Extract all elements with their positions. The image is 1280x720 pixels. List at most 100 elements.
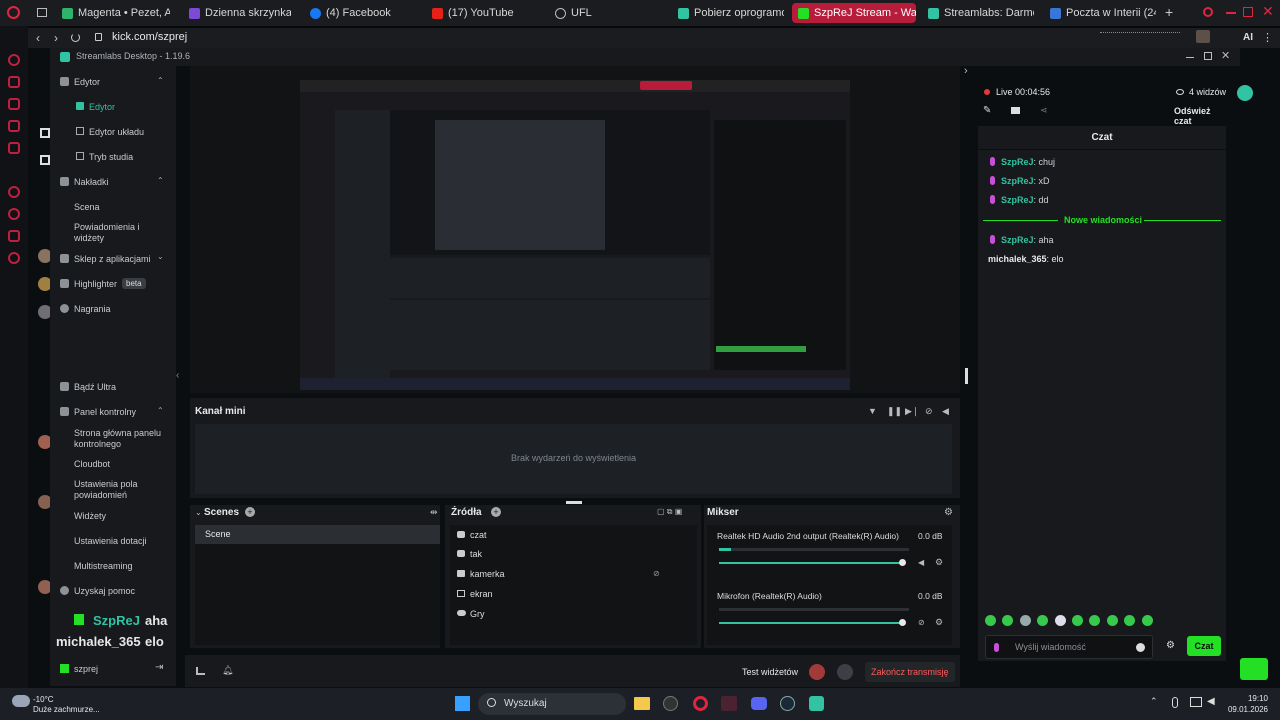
settings-icon[interactable] [8,252,20,264]
steam-icon[interactable] [780,696,795,711]
nav-user[interactable]: szprej [74,664,98,675]
mute-alerts-icon[interactable]: ⊘ [925,406,933,417]
chat-input[interactable]: Wyślij wiadomość [985,635,1153,659]
nextdns-icon[interactable] [721,696,737,711]
source-item[interactable]: kamerka [470,569,505,579]
edit-icon[interactable]: ✎ [983,105,991,116]
gear-icon[interactable]: ⚙ [944,507,953,518]
clock-time[interactable]: 19:10 [1220,694,1268,703]
hidden-eye-icon[interactable]: ⊘ [653,569,660,578]
drag-handle[interactable] [566,501,582,504]
volume-slider[interactable] [719,559,906,566]
url-input[interactable]: kick.com/szprej [112,31,187,43]
weather-icon[interactable] [12,695,30,707]
tray-chevron-icon[interactable]: ⌃ [1150,696,1158,707]
discord-icon[interactable] [751,697,767,710]
refresh-chat-button[interactable]: Odśwież czat [1174,106,1226,126]
chevron-up-icon[interactable]: ⌃ [157,406,164,415]
skip-icon[interactable]: ▶❘ [905,406,919,417]
scene-item[interactable]: Scene [195,525,440,544]
filter-icon[interactable]: ▼ [868,406,877,416]
nav-get-help[interactable]: Uzyskaj pomoc [74,586,135,597]
clock-date[interactable]: 09.01.2026 [1220,705,1268,714]
profile-avatar[interactable] [1196,30,1210,43]
clock-icon[interactable] [8,186,20,198]
chevron-down-icon[interactable]: ⌄ [157,252,164,261]
taskbar-search[interactable]: Wyszukaj [478,693,626,715]
window-maximize-icon[interactable] [1204,52,1212,60]
opera-logo-icon[interactable] [7,6,20,19]
replay-buffer-button[interactable] [837,664,853,680]
menu-icon[interactable]: ⋮ [1262,31,1273,44]
nav-donation-settings[interactable]: Ustawienia dotacji [74,536,147,547]
tab-streamlabs[interactable]: Streamlabs: Darmowe o [922,3,1034,23]
window-close-icon[interactable]: ✕ [1221,49,1230,62]
transition-icon[interactable]: ⇹ [430,507,438,518]
network-icon[interactable] [1190,697,1202,707]
music-icon[interactable] [8,142,20,154]
kick-home-icon[interactable] [40,128,50,138]
nav-alertbox-settings[interactable]: Ustawienia pola powiadomień [74,479,154,501]
emote-row[interactable] [985,615,1155,629]
video-icon[interactable] [1011,107,1020,114]
chat-settings-icon[interactable]: ⚙ [1166,640,1175,651]
nav-multistreaming[interactable]: Multistreaming [74,561,133,572]
kick-chat-button[interactable] [1240,658,1268,680]
forward-icon[interactable]: › [54,31,58,45]
opera-taskbar-icon[interactable] [693,696,708,711]
history-icon[interactable] [8,208,20,220]
bell-icon[interactable]: 🔔︎ [222,665,233,676]
explorer-icon[interactable] [634,697,650,710]
logout-icon[interactable]: ⇥ [155,662,163,673]
windows-start-icon[interactable] [455,696,470,711]
chat-send-button[interactable]: Czat [1187,636,1221,656]
mail-icon[interactable] [8,120,20,132]
tab-magenta[interactable]: Magenta • Pezet, Au [56,3,170,23]
tab-facebook[interactable]: (4) Facebook [304,3,416,23]
nav-alerts-widgets[interactable]: Powiadomienia i widżety [74,222,152,244]
chevron-down-icon[interactable]: ⌄ [195,508,202,517]
facebook-icon[interactable] [8,54,20,66]
chevron-up-icon[interactable]: ⌃ [157,176,164,185]
kick-profile-icon[interactable] [1237,85,1253,101]
ai-label[interactable]: AI [1243,32,1253,43]
nav-dashboard-home[interactable]: Strona główna panelu kontrolnego [74,428,166,450]
search-tabs-icon[interactable] [1203,7,1213,17]
stats-icon[interactable] [196,667,205,675]
source-item[interactable]: czat [470,530,487,540]
back-icon[interactable]: ‹ [36,31,40,45]
source-item[interactable]: tak [470,549,482,559]
volume-slider[interactable] [719,619,906,626]
whatsapp-icon[interactable] [8,98,20,110]
record-button[interactable] [809,664,825,680]
kick-browse-icon[interactable] [40,155,50,165]
resize-handle[interactable] [965,368,968,384]
nav-widgets[interactable]: Widżety [74,511,106,522]
speaker-tray-icon[interactable]: ◀ [1207,696,1215,707]
tab-szprej-stream[interactable]: SzpReJ Stream - Watch L [792,3,916,23]
source-tools-icon[interactable]: ▢ ⧉ ▣ [657,507,682,517]
messenger-icon[interactable] [8,76,20,88]
mic-tray-icon[interactable] [1172,697,1178,708]
nav-cloudbot[interactable]: Cloudbot [74,459,110,470]
nav-overlays-header[interactable]: Nakładki [74,177,109,188]
test-widgets-label[interactable]: Test widżetów [742,667,798,677]
emoji-icon[interactable] [1136,643,1145,652]
nav-editor[interactable]: Edytor [89,102,115,113]
nav-ultra[interactable]: Bądź Ultra [74,382,116,393]
source-item[interactable]: ekran [470,589,493,599]
source-item[interactable]: Gry [470,609,485,619]
end-stream-button[interactable]: Zakończ transmisję [865,662,955,682]
add-source-icon[interactable]: + [491,507,501,517]
channel-gear-icon[interactable]: ⚙ [935,617,943,628]
nav-recordings[interactable]: Nagrania [74,304,111,315]
nav-scene[interactable]: Scena [74,202,100,213]
tab-interia[interactable]: Poczta w Interii (241) [1044,3,1156,23]
volume-icon[interactable]: ◀ [942,406,949,417]
maximize-icon[interactable] [1243,7,1253,17]
tab-youtube[interactable]: (17) YouTube [426,3,538,23]
window-minimize-icon[interactable] [1186,57,1194,58]
close-icon[interactable]: ✕ [1262,3,1274,20]
add-scene-icon[interactable]: + [245,507,255,517]
weather-temp[interactable]: -10°C [33,695,54,704]
